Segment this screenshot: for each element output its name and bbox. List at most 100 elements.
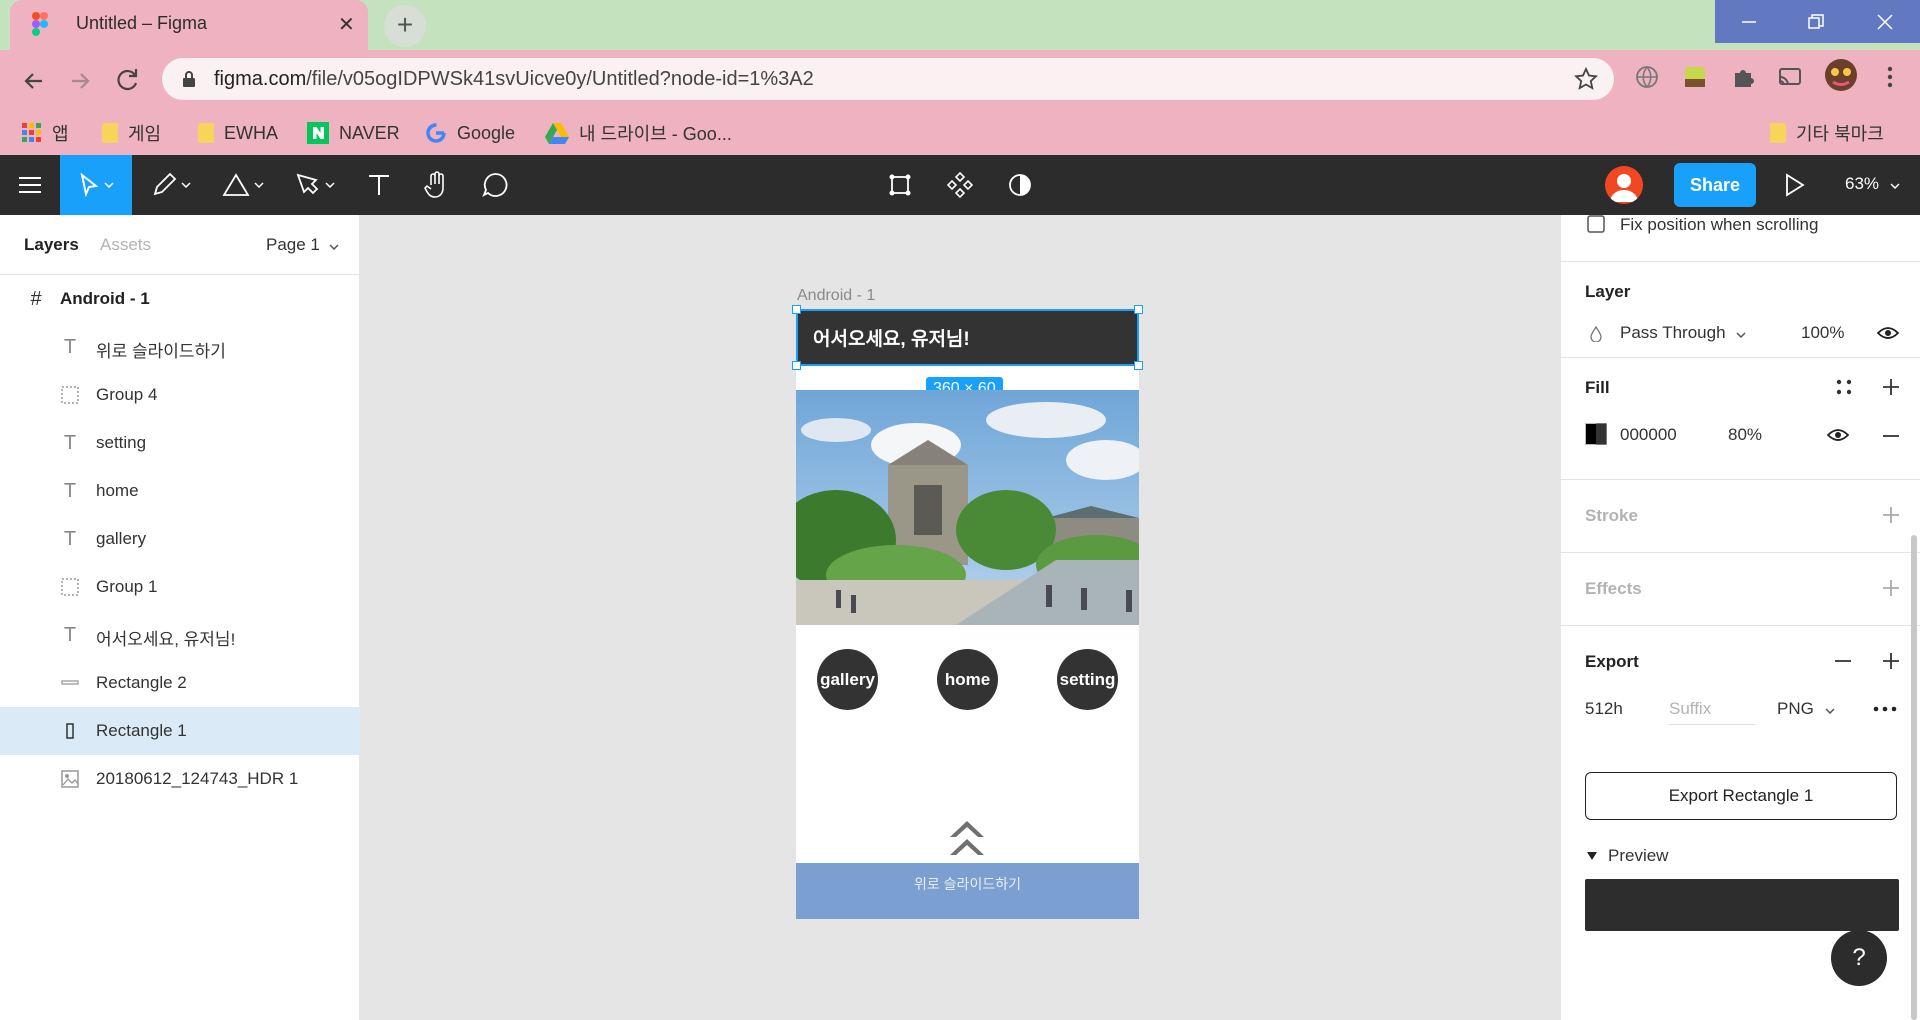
- present-button[interactable]: [1782, 172, 1806, 198]
- resize-handle[interactable]: [1134, 361, 1143, 370]
- layer-row-gallery[interactable]: T gallery: [0, 515, 360, 563]
- new-tab-button[interactable]: +: [384, 5, 426, 47]
- bookmark-star-icon[interactable]: [1574, 67, 1598, 91]
- fill-opacity-input[interactable]: 80%: [1728, 425, 1762, 445]
- restore-button[interactable]: [1782, 0, 1849, 43]
- bookmark-label: 기타 북마크: [1796, 124, 1884, 144]
- triangle-icon: [222, 173, 250, 196]
- mask-button[interactable]: [996, 155, 1044, 215]
- bookmark-other[interactable]: 기타 북마크: [1770, 120, 1884, 146]
- fill-color-swatch[interactable]: [1585, 423, 1607, 445]
- layer-row-group-4[interactable]: Group 4: [0, 371, 360, 419]
- layer-row-setting[interactable]: T setting: [0, 419, 360, 467]
- disclosure-triangle-icon[interactable]: [1587, 852, 1597, 860]
- add-export-plus-icon[interactable]: [1881, 651, 1901, 671]
- bookmark-drive[interactable]: 내 드라이브 - Goo...: [545, 120, 732, 146]
- pen-tool-button[interactable]: [284, 155, 346, 215]
- bookmark-google[interactable]: Google: [425, 120, 515, 146]
- add-effect-plus-icon[interactable]: [1881, 578, 1901, 598]
- close-tab-icon[interactable]: ✕: [338, 12, 355, 37]
- layer-row-greeting[interactable]: T 어서오세요, 유저님!: [0, 611, 360, 659]
- add-stroke-plus-icon[interactable]: [1881, 505, 1901, 525]
- setting-button[interactable]: setting: [1057, 649, 1118, 710]
- frame-selection-button[interactable]: [876, 155, 924, 215]
- hand-tool-button[interactable]: [414, 155, 460, 215]
- plant-extension-icon[interactable]: [1681, 63, 1709, 91]
- resize-handle[interactable]: [1134, 305, 1143, 314]
- export-section-title: Export: [1585, 652, 1639, 671]
- bookmark-naver[interactable]: NAVER: [307, 120, 400, 146]
- text-tool-button[interactable]: [356, 155, 402, 215]
- style-grid-icon[interactable]: [1835, 378, 1853, 396]
- minimize-button[interactable]: [1715, 0, 1782, 43]
- layer-list: # Android - 1 T 위로 슬라이드하기 Group 4 T sett…: [0, 275, 360, 803]
- resize-handle[interactable]: [792, 305, 801, 314]
- google-icon: [426, 123, 446, 143]
- layer-row-rectangle-1[interactable]: Rectangle 1: [0, 707, 360, 755]
- close-window-button[interactable]: [1849, 0, 1920, 43]
- layer-row-android-1[interactable]: # Android - 1: [0, 275, 360, 323]
- main-menu-button[interactable]: [0, 155, 60, 215]
- back-button[interactable]: [16, 63, 52, 99]
- puzzle-extension-icon[interactable]: [1729, 63, 1757, 91]
- tab-layers[interactable]: Layers: [24, 235, 79, 255]
- android-frame[interactable]: 어서오세요, 유저님! 360 × 60 gallery home settin…: [792, 305, 1143, 919]
- more-menu-icon[interactable]: [1876, 63, 1904, 91]
- layer-row-group-1[interactable]: Group 1: [0, 563, 360, 611]
- forward-button[interactable]: [62, 63, 98, 99]
- bookmark-games[interactable]: 게임: [102, 120, 161, 146]
- move-tool-button[interactable]: [60, 155, 132, 215]
- blend-mode-dropdown[interactable]: Pass Through: [1620, 323, 1746, 343]
- fill-hex-input[interactable]: 000000: [1620, 425, 1677, 445]
- stroke-section-title: Stroke: [1585, 506, 1638, 525]
- help-button[interactable]: ?: [1831, 930, 1887, 986]
- resize-handle[interactable]: [792, 361, 801, 370]
- pencil-tool-button[interactable]: [140, 155, 202, 215]
- export-suffix-input[interactable]: Suffix: [1669, 699, 1755, 725]
- frame-label[interactable]: Android - 1: [797, 287, 875, 305]
- layer-opacity-input[interactable]: 100%: [1801, 323, 1844, 343]
- double-chevron-up-icon[interactable]: [948, 817, 986, 859]
- design-canvas[interactable]: Android - 1 어서오세요, 유저님! 360 × 60 gallery…: [361, 215, 1560, 1020]
- fix-position-checkbox[interactable]: [1587, 215, 1605, 233]
- create-component-button[interactable]: [936, 155, 984, 215]
- globe-extension-icon[interactable]: [1633, 63, 1661, 91]
- page-selector[interactable]: Page 1: [266, 235, 339, 255]
- tab-assets[interactable]: Assets: [100, 235, 151, 255]
- user-avatar[interactable]: [1605, 166, 1643, 204]
- slide-up-bar[interactable]: 위로 슬라이드하기: [796, 863, 1139, 919]
- bookmark-ewha[interactable]: EWHA: [198, 120, 278, 146]
- preview-label[interactable]: Preview: [1608, 846, 1668, 866]
- bookmark-apps[interactable]: 앱: [22, 120, 69, 146]
- figma-toolbar: Share 63%: [0, 155, 1920, 215]
- layer-row-rectangle-2[interactable]: Rectangle 2: [0, 659, 360, 707]
- eye-visibility-icon[interactable]: [1827, 427, 1849, 443]
- browser-tab[interactable]: Untitled – Figma ✕: [10, 0, 368, 50]
- panel-tabs: Layers Assets Page 1: [0, 215, 360, 275]
- shape-tool-button[interactable]: [212, 155, 274, 215]
- home-button[interactable]: home: [937, 649, 998, 710]
- remove-export-minus-icon[interactable]: [1833, 651, 1853, 671]
- more-options-icon[interactable]: [1873, 706, 1897, 712]
- url-text: figma.com/file/v05ogIDPWSk41svUicve0y/Un…: [214, 68, 814, 91]
- panel-scrollbar[interactable]: [1911, 535, 1917, 1020]
- layer-row-image[interactable]: 20180612_124743_HDR 1: [0, 755, 360, 803]
- eye-visibility-icon[interactable]: [1877, 325, 1899, 341]
- remove-fill-minus-icon[interactable]: [1881, 426, 1901, 446]
- layer-row-home[interactable]: T home: [0, 467, 360, 515]
- export-button[interactable]: Export Rectangle 1: [1585, 772, 1897, 820]
- address-bar[interactable]: figma.com/file/v05ogIDPWSk41svUicve0y/Un…: [162, 58, 1614, 100]
- reload-button[interactable]: [110, 63, 146, 99]
- zoom-dropdown[interactable]: 63%: [1845, 174, 1900, 194]
- export-format-dropdown[interactable]: PNG: [1777, 699, 1835, 719]
- share-button[interactable]: Share: [1674, 163, 1756, 207]
- user-silhouette-icon: [1610, 174, 1638, 202]
- comment-tool-button[interactable]: [473, 155, 519, 215]
- cast-icon[interactable]: [1776, 63, 1804, 91]
- export-size-input[interactable]: 512h: [1585, 699, 1623, 719]
- campus-photo[interactable]: [796, 390, 1139, 625]
- profile-avatar[interactable]: [1824, 58, 1858, 92]
- layer-row-text[interactable]: T 위로 슬라이드하기: [0, 323, 360, 371]
- add-fill-plus-icon[interactable]: [1881, 377, 1901, 397]
- gallery-button[interactable]: gallery: [817, 649, 878, 710]
